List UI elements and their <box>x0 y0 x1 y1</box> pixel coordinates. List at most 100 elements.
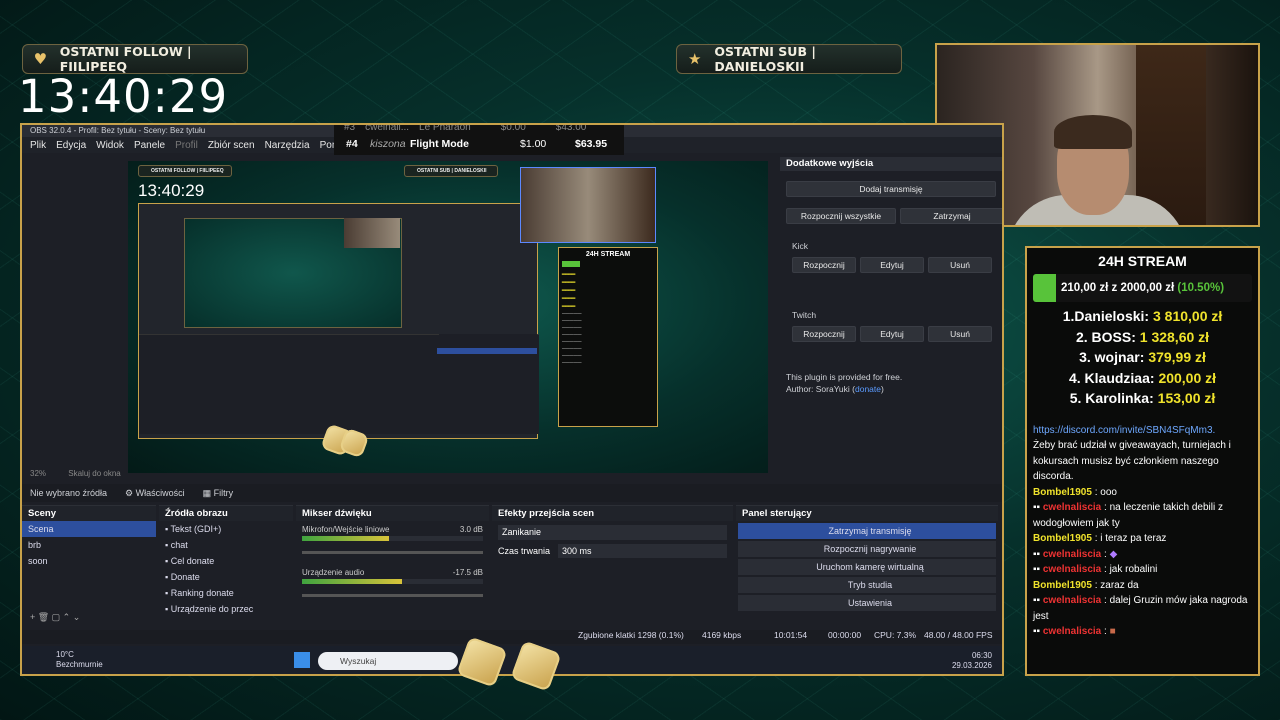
mini-clock: 13:40:29 <box>138 181 205 200</box>
overlay-clock: 13:40:29 <box>18 70 229 123</box>
obs-status-bar: Zgubione klatki 1298 (0.1%) 4169 kbps 10… <box>22 630 1002 644</box>
mic-volume-slider[interactable] <box>302 551 483 554</box>
fps: 48.00 / 48.00 FPS <box>924 630 993 640</box>
start-all-button[interactable]: Rozpocznij wszystkie <box>786 208 896 224</box>
sources-title: Źródła obrazu <box>159 506 293 521</box>
weather-temp: 10°C <box>56 650 74 659</box>
stream-time: 10:01:54 <box>774 630 808 640</box>
duration-input[interactable]: 300 ms <box>558 544 727 558</box>
obs-preview[interactable]: OSTATNI FOLLOW | FIILIPEEQ OSTATNI SUB |… <box>128 161 768 473</box>
transitions-title: Efekty przejścia scen <box>492 506 733 521</box>
bitrate: 4169 kbps <box>702 630 742 640</box>
lb-name: cwelnali... <box>365 125 410 133</box>
kick-remove-button[interactable]: Usuń <box>928 257 992 273</box>
scale-to-window[interactable]: Skaluj do okna <box>68 469 120 478</box>
zoom-value: 32% <box>30 469 47 478</box>
stop-stream-button[interactable]: Zatrzymaj transmisję <box>738 523 996 539</box>
menu-view[interactable]: Widok <box>96 140 124 151</box>
donation-ranking: 1.Danieloski: 3 810,00 zł 2. BOSS: 1 328… <box>1027 306 1258 409</box>
lb-value: $1.00 <box>520 138 547 150</box>
mini-follow-badge: OSTATNI FOLLOW | FIILIPEEQ <box>138 165 232 177</box>
menu-profile[interactable]: Profil <box>175 140 198 151</box>
stream-chat-panel: 24H STREAM 210,00 zł z 2000,00 zł (10.50… <box>1025 246 1260 676</box>
device-volume-slider[interactable] <box>302 594 483 597</box>
emote-icon: ■ <box>1109 626 1116 637</box>
properties-button[interactable]: ⚙ Właściwości <box>125 488 185 499</box>
source-item[interactable]: ▪ chat <box>159 537 293 553</box>
lb-title: Le Pharaon <box>419 125 471 133</box>
scene-item[interactable]: brb <box>22 537 156 553</box>
weather-widget[interactable]: 10°C Bezchmurnie <box>56 650 103 670</box>
kick-edit-button[interactable]: Edytuj <box>860 257 924 273</box>
ranking-row: 2. BOSS: 1 328,60 zł <box>1075 328 1210 345</box>
taskbar-date: 29.03.2026 <box>951 661 992 670</box>
taskbar-search[interactable]: Wyszukaj <box>318 652 458 670</box>
stop-all-button[interactable]: Zatrzymaj <box>900 208 1002 224</box>
chat-message: Bombel1905 : ooo <box>1033 486 1117 498</box>
chat-message: ▪▪ cwelnaliscia : na leczenie takich deb… <box>1033 502 1223 529</box>
weather-desc: Bezchmurnie <box>56 660 103 669</box>
scenes-dock: Sceny Scena brb soon + 🗑 ▢ ⌃ ⌄ <box>22 505 156 627</box>
mic-db: 3.0 dB <box>459 525 483 534</box>
start-button[interactable] <box>294 652 310 668</box>
source-item[interactable]: ▪ Cel donate <box>159 553 293 569</box>
discord-link[interactable]: https://discord.com/invite/SBN4SFqMm3. <box>1033 425 1215 436</box>
chat-message: ▪▪ cwelnaliscia : ◆ <box>1033 548 1118 560</box>
virtual-camera-button[interactable]: Uruchom kamerę wirtualną <box>738 559 996 575</box>
last-sub-badge: ★ OSTATNI SUB | DANIELOSKII <box>676 44 902 74</box>
mini-chat-title: 24H STREAM <box>585 251 631 258</box>
audio-mixer-dock: Mikser dźwięku Mikrofon/Wejście liniowe 3… <box>296 505 489 627</box>
menu-scene-collection[interactable]: Zbiór scen <box>208 140 255 151</box>
twitch-start-button[interactable]: Rozpocznij <box>792 326 856 342</box>
goal-progress-bar <box>1033 274 1056 302</box>
rec-time: 00:00:00 <box>828 630 862 640</box>
studio-mode-button[interactable]: Tryb studia <box>738 577 996 593</box>
scenes-toolbar[interactable]: + 🗑 ▢ ⌃ ⌄ <box>30 612 80 623</box>
lb-rank: #3 <box>344 125 356 133</box>
donate-link[interactable]: donate <box>855 384 881 394</box>
leaderboard-row: #4 kiszona Flight Mode $1.00 $63.95 <box>334 135 624 153</box>
scene-item[interactable]: soon <box>22 553 156 569</box>
discord-info: https://discord.com/invite/SBN4SFqMm3. Ż… <box>1033 424 1231 483</box>
lb-value: $0.00 <box>500 125 526 133</box>
chat-message: ▪▪ cwelnaliscia : dalej Gruzin mów jaka … <box>1033 595 1248 622</box>
menu-file[interactable]: Plik <box>30 140 46 151</box>
ranking-row: 1.Danieloski: 3 810,00 zł <box>1062 308 1223 324</box>
heart-icon: ♥ <box>33 50 48 68</box>
plugin-author: Author: SoraYuki (donate) <box>786 384 884 394</box>
device-channel-name: Urządzenie audio <box>302 568 365 577</box>
taskbar-time: 06:30 <box>971 651 992 660</box>
dropped-frames: Zgubione klatki 1298 (0.1%) <box>578 630 684 640</box>
ranking-row: 4. Klaudziaa: 200,00 zł <box>1068 369 1217 386</box>
obs-window: OBS 32.0.4 - Profil: Bez tytułu - Sceny:… <box>20 123 1004 676</box>
menu-tools[interactable]: Narzędzia <box>265 140 310 151</box>
bottom-docks: Sceny Scena brb soon + 🗑 ▢ ⌃ ⌄ Źródła ob… <box>22 505 1002 627</box>
device-db: -17.5 dB <box>452 568 483 577</box>
chat-message: ▪▪ cwelnaliscia : ■ <box>1033 626 1116 637</box>
source-item[interactable]: ▪ Ranking donate <box>159 585 293 601</box>
twitch-remove-button[interactable]: Usuń <box>928 326 992 342</box>
lb-total: $63.95 <box>575 138 608 150</box>
controls-title: Panel sterujący <box>736 506 998 521</box>
taskbar-clock: 06:30 29.03.2026 <box>952 651 992 671</box>
menu-edit[interactable]: Edycja <box>56 140 86 151</box>
no-source-label: Nie wybrano źródła <box>30 488 108 498</box>
plugin-note: This plugin is provided for free. <box>786 372 903 382</box>
filters-button[interactable]: ▦ Filtry <box>203 488 234 499</box>
twitch-edit-button[interactable]: Edytuj <box>860 326 924 342</box>
add-stream-button[interactable]: Dodaj transmisję <box>786 181 996 197</box>
star-icon: ★ <box>687 50 702 68</box>
extra-outputs-dock: Dodatkowe wyjścia Dodaj transmisję Rozpo… <box>780 157 1002 497</box>
source-item[interactable]: ▪ Urządzenie do przec <box>159 601 293 617</box>
source-item[interactable]: ▪ Donate <box>159 569 293 585</box>
ranking-row: 5. Karolinka: 153,00 zł <box>1069 390 1216 406</box>
mic-meter <box>302 536 389 541</box>
scene-item[interactable]: Scena <box>22 521 156 537</box>
start-recording-button[interactable]: Rozpocznij nagrywanie <box>738 541 996 557</box>
settings-button[interactable]: Ustawienia <box>738 595 996 611</box>
menu-docks[interactable]: Panele <box>134 140 165 151</box>
kick-start-button[interactable]: Rozpocznij <box>792 257 856 273</box>
source-item[interactable]: ▪ Tekst (GDI+) <box>159 521 293 537</box>
transition-select[interactable]: Zanikanie <box>498 525 727 540</box>
zoom-readout[interactable]: 32% Skaluj do okna <box>30 469 121 478</box>
